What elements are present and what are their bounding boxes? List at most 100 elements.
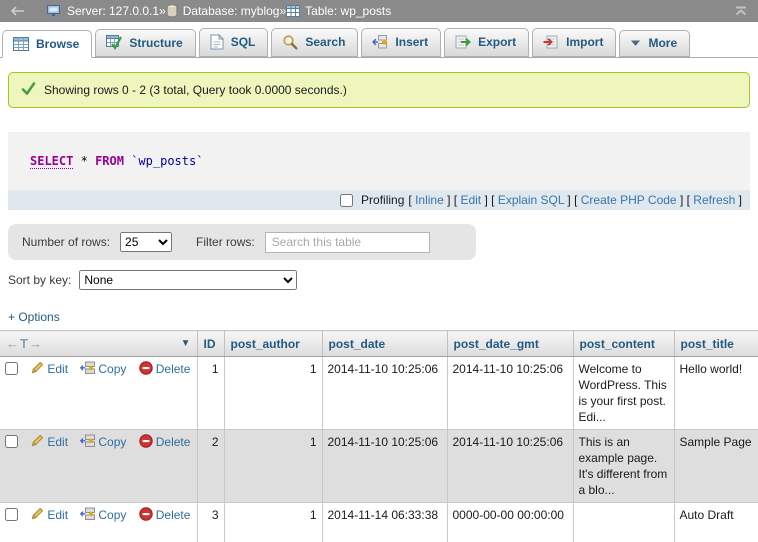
browse-controls: Number of rows: 25 Filter rows: — [8, 224, 476, 260]
delete-action[interactable]: Delete — [139, 508, 191, 522]
copy-link: Copy — [98, 435, 126, 449]
cell-post-date: 2014-11-10 10:25:06 — [322, 357, 447, 430]
profiling-label[interactable]: Profiling — [361, 193, 404, 207]
table-icon — [286, 5, 300, 17]
tab-sql[interactable]: SQL — [199, 28, 269, 57]
success-check-icon — [21, 82, 36, 98]
cell-post-title: Hello world! — [674, 357, 758, 430]
delete-action[interactable]: Delete — [139, 435, 191, 449]
copy-action[interactable]: Copy — [80, 508, 129, 522]
edit-action[interactable]: Edit — [30, 508, 71, 522]
actions-menu-arrow-icon[interactable]: ▼ — [181, 338, 191, 349]
options-toggle-link[interactable]: + Options — [8, 310, 758, 324]
column-order-control[interactable]: ←T→ — [6, 336, 43, 351]
copy-link: Copy — [98, 362, 126, 376]
database-icon — [166, 4, 178, 18]
sql-link-create-php-code[interactable]: Create PHP Code — [581, 193, 677, 207]
breadcrumb-server[interactable]: Server: 127.0.0.1 — [46, 4, 159, 18]
cell-post-author: 1 — [224, 430, 322, 503]
search-icon — [282, 34, 298, 50]
copy-action[interactable]: Copy — [80, 362, 129, 376]
edit-action[interactable]: Edit — [30, 362, 71, 376]
delete-link: Delete — [156, 435, 191, 449]
breadcrumb-database[interactable]: Database: myblog — [166, 4, 280, 18]
cell-post-content: This is an example page. It's different … — [573, 430, 674, 503]
edit-action[interactable]: Edit — [30, 435, 71, 449]
profiling-checkbox[interactable] — [340, 194, 353, 207]
column-header-post_date[interactable]: post_date — [322, 331, 447, 357]
row-actions-cell: Edit Copy Delete — [0, 357, 197, 430]
actions-header: ←T→ ▼ — [0, 331, 197, 357]
column-header-id[interactable]: ID — [197, 331, 224, 357]
status-message: Showing rows 0 - 2 (3 total, Query took … — [8, 72, 750, 108]
sql-link-refresh[interactable]: Refresh — [693, 193, 735, 207]
column-header-post_author[interactable]: post_author — [224, 331, 322, 357]
edit-link: Edit — [47, 435, 68, 449]
number-of-rows-label: Number of rows: — [22, 235, 110, 249]
breadcrumb-table-label[interactable]: Table: wp_posts — [305, 4, 391, 18]
copy-link: Copy — [98, 508, 126, 522]
column-header-post_content[interactable]: post_content — [573, 331, 674, 357]
table-header-row: ←T→ ▼ IDpost_authorpost_datepost_date_gm… — [0, 331, 758, 357]
delete-icon — [139, 434, 153, 452]
delete-link: Delete — [156, 362, 191, 376]
sql-keyword-select[interactable]: SELECT — [30, 154, 73, 169]
sql-box: SELECT * FROM `wp_posts` Profiling [ Inl… — [8, 132, 750, 210]
back-arrow-icon[interactable] — [10, 5, 26, 17]
copy-icon — [80, 361, 95, 379]
tab-more[interactable]: More — [619, 30, 690, 57]
breadcrumb-database-label[interactable]: Database: myblog — [183, 4, 280, 18]
tab-insert[interactable]: Insert — [361, 28, 441, 57]
cell-post-author: 1 — [224, 503, 322, 542]
tab-browse[interactable]: Browse — [2, 30, 92, 58]
edit-pencil-icon — [30, 507, 44, 525]
tab-label: Import — [566, 35, 603, 49]
collapse-navigation-icon[interactable] — [734, 5, 748, 17]
tab-label: Browse — [36, 37, 79, 51]
delete-icon — [139, 507, 153, 525]
tab-label: More — [648, 36, 677, 50]
insert-icon — [372, 34, 388, 50]
cell-post-date: 2014-11-10 10:25:06 — [322, 430, 447, 503]
delete-action[interactable]: Delete — [139, 362, 191, 376]
filter-rows-input[interactable] — [265, 232, 430, 253]
cell-id: 1 — [197, 357, 224, 430]
sql-link-inline[interactable]: Inline — [415, 193, 444, 207]
breadcrumb-separator: » — [159, 4, 166, 18]
number-of-rows-select[interactable]: 25 — [120, 232, 172, 252]
cell-post-date-gmt: 2014-11-10 10:25:06 — [447, 357, 573, 430]
row-checkbox[interactable] — [5, 508, 18, 521]
column-header-post_title[interactable]: post_title — [674, 331, 758, 357]
tab-structure[interactable]: Structure — [95, 29, 195, 57]
more-arrow-icon — [630, 39, 641, 47]
cell-id: 2 — [197, 430, 224, 503]
tab-bar: Browse Structure SQL Search Insert Expor… — [0, 22, 758, 58]
tab-import[interactable]: Import — [532, 28, 616, 57]
cell-id: 3 — [197, 503, 224, 542]
cell-post-title: Sample Page — [674, 430, 758, 503]
table-row: Edit Copy Delete 2 1 2014-11-10 10:25:06… — [0, 430, 758, 503]
tab-search[interactable]: Search — [271, 28, 358, 57]
breadcrumb-server-label[interactable]: Server: 127.0.0.1 — [67, 4, 159, 18]
browse-icon — [13, 37, 29, 51]
tab-label: Search — [305, 35, 345, 49]
copy-icon — [80, 507, 95, 525]
copy-action[interactable]: Copy — [80, 435, 129, 449]
delete-icon — [139, 361, 153, 379]
sort-by-key-select[interactable]: None — [79, 270, 297, 290]
column-header-post_date_gmt[interactable]: post_date_gmt — [447, 331, 573, 357]
row-actions-cell: Edit Copy Delete — [0, 430, 197, 503]
filter-rows-label: Filter rows: — [196, 235, 255, 249]
tab-label: Insert — [395, 35, 428, 49]
breadcrumb-table[interactable]: Table: wp_posts — [286, 4, 391, 18]
cell-post-author: 1 — [224, 357, 322, 430]
import-icon — [543, 34, 559, 50]
row-checkbox[interactable] — [5, 362, 18, 375]
sql-keyword-from: FROM — [95, 154, 124, 168]
edit-link: Edit — [47, 362, 68, 376]
sql-toolbar: Profiling [ Inline ] [ Edit ] [ Explain … — [8, 190, 750, 210]
sql-link-explain-sql[interactable]: Explain SQL — [498, 193, 564, 207]
row-checkbox[interactable] — [5, 435, 18, 448]
sql-link-edit[interactable]: Edit — [460, 193, 481, 207]
tab-export[interactable]: Export — [444, 28, 529, 57]
